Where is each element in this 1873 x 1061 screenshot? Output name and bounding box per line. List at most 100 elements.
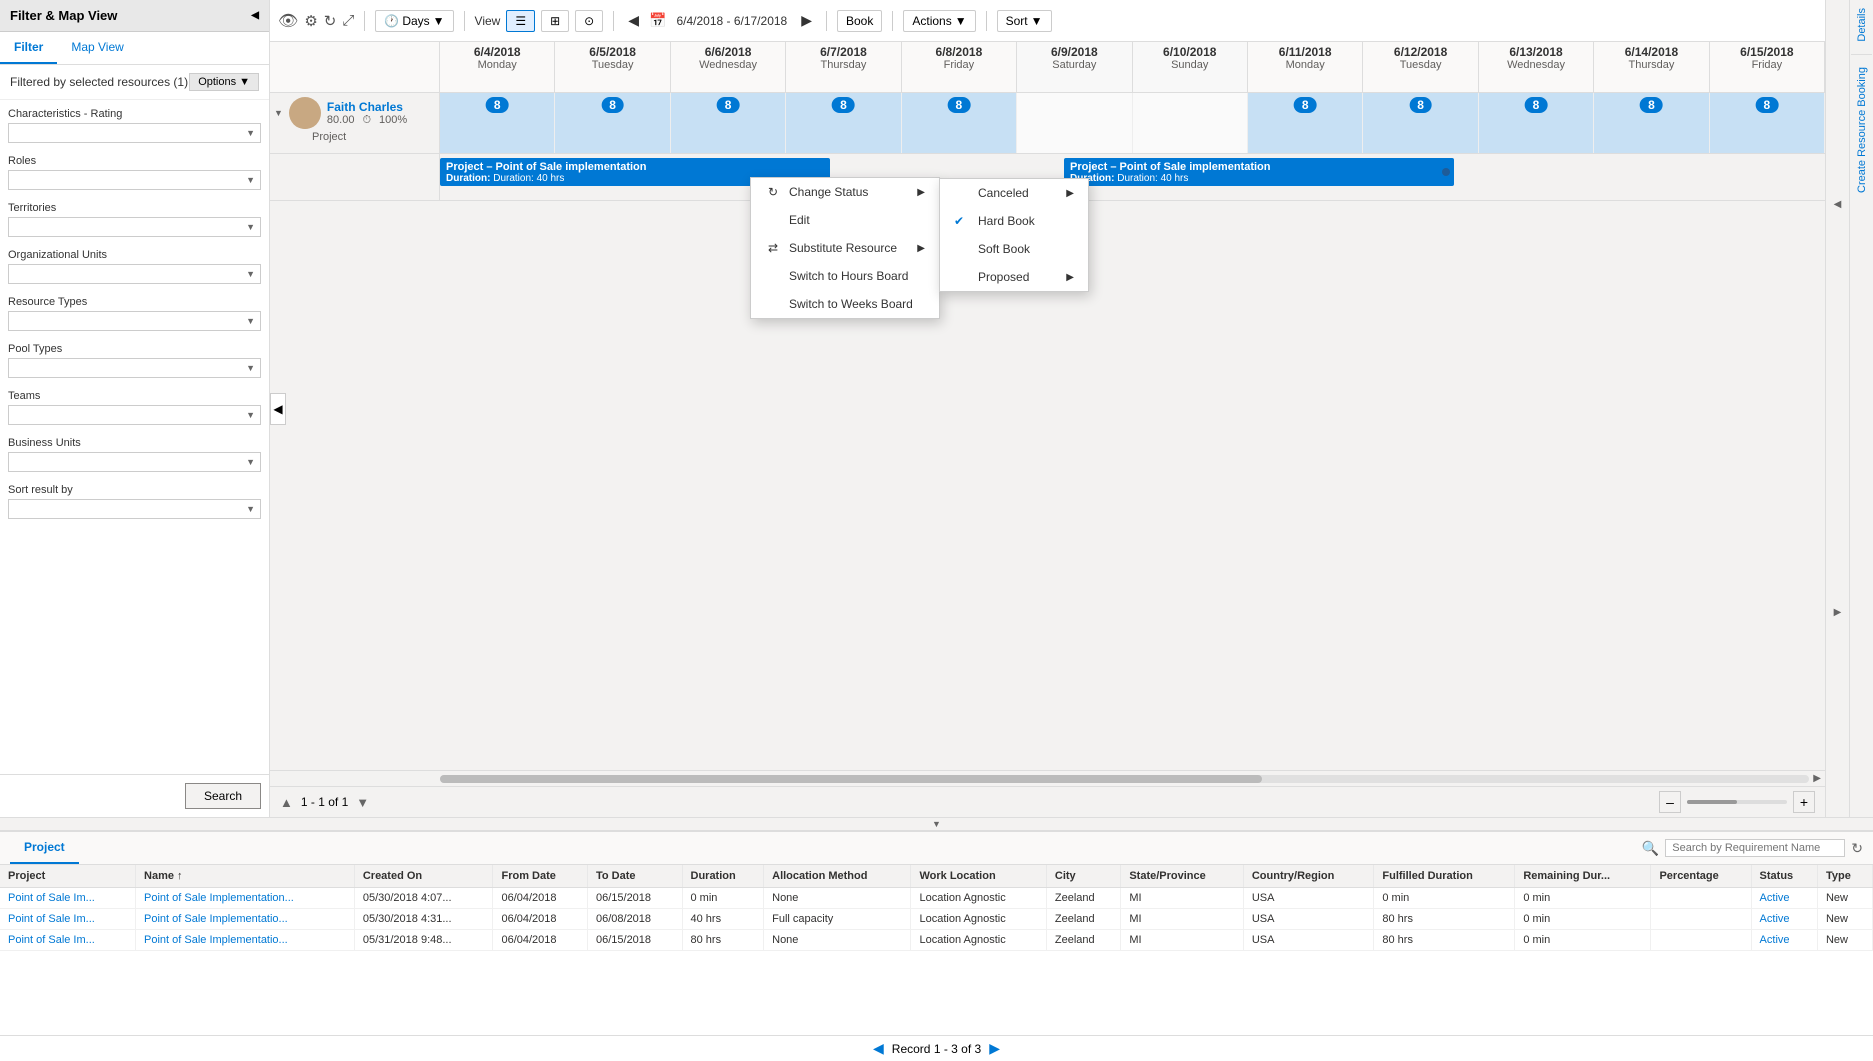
filter-select-territories[interactable] (8, 217, 261, 237)
col-header-allocation[interactable]: Allocation Method (764, 865, 911, 888)
filter-select-sort-result[interactable] (8, 499, 261, 519)
tab-filter[interactable]: Filter (0, 32, 57, 64)
days-button[interactable]: 🕐 Days ▼ (375, 10, 453, 32)
details-tab-button[interactable]: Details (1852, 0, 1872, 50)
col-header-created-on[interactable]: Created On (354, 865, 493, 888)
options-button[interactable]: Options ▼ (189, 73, 259, 91)
sidebar-collapse-icon[interactable]: ◀ (251, 10, 259, 21)
prev-date-button[interactable]: ◀ (624, 10, 643, 31)
sort-button[interactable]: Sort ▼ (997, 10, 1052, 32)
col-header-status[interactable]: Status (1751, 865, 1817, 888)
expand-icon[interactable]: ⤢ (342, 12, 354, 29)
col-header-duration[interactable]: Duration (682, 865, 764, 888)
book-button[interactable]: Book (837, 10, 882, 32)
filter-select-business-units[interactable] (8, 452, 261, 472)
bottom-section: Project 🔍 ↻ Project Name ↑ Created On Fr… (0, 831, 1873, 1061)
col-header-fulfilled[interactable]: Fulfilled Duration (1374, 865, 1515, 888)
date-label-3: 6/7/2018 (788, 45, 898, 59)
col-header-to-date[interactable]: To Date (587, 865, 682, 888)
scroll-right-arrow[interactable]: ▶ (1809, 773, 1825, 784)
pagination-down-button[interactable]: ▼ (356, 795, 369, 810)
row2-status-link[interactable]: Active (1760, 934, 1790, 946)
sidebar-header: Filter & Map View ◀ (0, 0, 269, 32)
context-menu-item-edit[interactable]: Edit (751, 206, 939, 234)
resource-expand-icon[interactable]: ▼ (274, 108, 283, 118)
filter-group-org-units: Organizational Units (8, 249, 261, 284)
time-cell-8: 8 (1363, 93, 1478, 153)
col-header-project-label: Project (8, 870, 45, 882)
submenu-item-canceled[interactable]: Canceled ▶ (940, 179, 1088, 207)
col-header-work-location[interactable]: Work Location (911, 865, 1046, 888)
settings-icon[interactable]: ⚙ (304, 12, 317, 30)
bottom-refresh-btn[interactable]: ↻ (1851, 840, 1863, 857)
col-header-project[interactable]: Project (0, 865, 136, 888)
prev-page-button[interactable]: ◀ (873, 1040, 884, 1057)
options-chevron-icon: ▼ (239, 76, 250, 88)
actions-button[interactable]: Actions ▼ (903, 10, 975, 32)
submenu-item-soft-book[interactable]: Soft Book (940, 235, 1088, 263)
section-collapse-bar[interactable]: ▼ (0, 817, 1873, 831)
zoom-out-button[interactable]: – (1659, 791, 1681, 813)
row2-project-link[interactable]: Point of Sale Im... (8, 934, 95, 946)
next-page-button[interactable]: ▶ (989, 1040, 1000, 1057)
zoom-in-button[interactable]: + (1793, 791, 1815, 813)
refresh-icon[interactable]: ↻ (324, 12, 337, 30)
col-header-name[interactable]: Name ↑ (136, 865, 355, 888)
row1-project-link[interactable]: Point of Sale Im... (8, 913, 95, 925)
filter-select-pool-types[interactable] (8, 358, 261, 378)
filter-select-resource-types[interactable] (8, 311, 261, 331)
col-header-city[interactable]: City (1046, 865, 1120, 888)
calendar-view-button[interactable]: ⊙ (575, 10, 603, 32)
context-menu-item-hours-board[interactable]: Switch to Hours Board (751, 262, 939, 290)
col-header-country[interactable]: Country/Region (1243, 865, 1374, 888)
col-header-from-date[interactable]: From Date (493, 865, 588, 888)
next-date-button[interactable]: ▶ (797, 10, 816, 31)
filter-select-characteristics[interactable] (8, 123, 261, 143)
filter-group-roles: Roles (8, 155, 261, 190)
bottom-tab-project[interactable]: Project (10, 832, 79, 864)
col-header-state[interactable]: State/Province (1121, 865, 1244, 888)
date-label-8: 6/12/2018 (1365, 45, 1475, 59)
tab-map-view[interactable]: Map View (57, 32, 137, 64)
context-menu-item-weeks-board[interactable]: Switch to Weeks Board (751, 290, 939, 318)
bottom-table-scroll[interactable]: Project Name ↑ Created On From Date To D… (0, 865, 1873, 1035)
right-expand-btn[interactable]: ▶ (1834, 409, 1842, 818)
bottom-search-input[interactable] (1665, 839, 1845, 857)
day-label-3: Thursday (788, 59, 898, 71)
col-header-type[interactable]: Type (1817, 865, 1872, 888)
eye-icon[interactable]: 👁 (278, 11, 298, 31)
sidebar-collapse-btn[interactable]: ◀ (270, 393, 286, 425)
resource-avatar (289, 97, 321, 129)
row0-project-link[interactable]: Point of Sale Im... (8, 892, 95, 904)
col-header-percentage[interactable]: Percentage (1651, 865, 1751, 888)
booking-bar-2[interactable]: Project – Point of Sale implementation D… (1064, 158, 1454, 186)
filter-select-org-units[interactable] (8, 264, 261, 284)
context-menu-item-change-status[interactable]: ↻ Change Status ▶ Canceled ▶ (751, 178, 939, 206)
submenu-item-hard-book[interactable]: ✔ Hard Book (940, 207, 1088, 235)
row2-name-link[interactable]: Point of Sale Implementatio... (144, 934, 288, 946)
search-button[interactable]: Search (185, 783, 261, 809)
list-view-button[interactable]: ☰ (506, 10, 535, 32)
hours-badge-0: 8 (486, 97, 509, 113)
filter-select-roles[interactable] (8, 170, 261, 190)
filter-select-teams[interactable] (8, 405, 261, 425)
row0-type: New (1817, 888, 1872, 909)
right-collapse-btn[interactable]: ◀ (1834, 0, 1842, 409)
cal-view-icon: ⊙ (584, 14, 594, 28)
grid-icon: ⊞ (550, 14, 560, 28)
context-menu-item-substitute[interactable]: ⇄ Substitute Resource ▶ (751, 234, 939, 262)
col-header-remaining[interactable]: Remaining Dur... (1515, 865, 1651, 888)
sort-chevron-icon: ▼ (1031, 14, 1043, 28)
horizontal-scrollbar[interactable]: ▶ (270, 770, 1825, 786)
bottom-search-icon-btn[interactable]: 🔍 (1642, 840, 1659, 857)
grid-view-button[interactable]: ⊞ (541, 10, 569, 32)
row0-status-link[interactable]: Active (1760, 892, 1790, 904)
submenu-item-proposed[interactable]: Proposed ▶ (940, 263, 1088, 291)
calendar-icon: 📅 (649, 12, 666, 29)
create-resource-booking-button[interactable]: Create Resource Booking (1852, 59, 1872, 201)
row0-name-link[interactable]: Point of Sale Implementation... (144, 892, 294, 904)
row1-name-link[interactable]: Point of Sale Implementatio... (144, 913, 288, 925)
calendar-grid-wrapper[interactable]: 6/4/2018 Monday 6/5/2018 Tuesday 6/6/201… (270, 42, 1825, 770)
pagination-up-button[interactable]: ▲ (280, 795, 293, 810)
row1-status-link[interactable]: Active (1760, 913, 1790, 925)
